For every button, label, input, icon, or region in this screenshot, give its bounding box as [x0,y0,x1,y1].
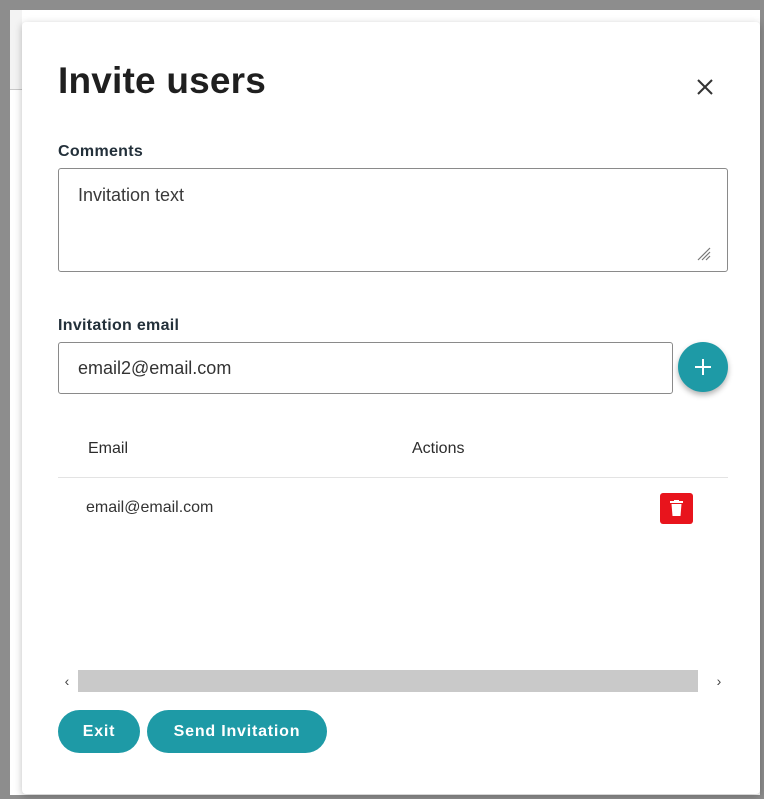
invitation-email-input[interactable] [58,342,673,394]
invitation-email-label: Invitation email [58,317,180,334]
backdrop-left [0,0,10,799]
invite-users-dialog: Invite users Comments Invitation text In… [22,22,760,794]
scroll-right-arrow[interactable]: › [710,670,728,692]
exit-button[interactable]: Exit [58,710,140,753]
trash-icon [670,500,683,516]
backdrop-page-strip [10,10,22,90]
close-icon [697,79,713,95]
dialog-title: Invite users [58,60,267,101]
close-button[interactable] [690,72,720,102]
backdrop-right [760,0,764,799]
delete-email-button[interactable] [660,493,693,524]
horizontal-scrollbar[interactable]: ‹ › [58,670,728,692]
column-header-actions: Actions [412,440,465,457]
add-email-button[interactable] [678,342,728,392]
comments-label: Comments [58,143,144,160]
backdrop-top [0,0,764,10]
scroll-left-arrow[interactable]: ‹ [58,670,76,692]
plus-icon [695,359,711,375]
table-header: Email Actions [58,424,728,478]
send-invitation-button[interactable]: Send Invitation [147,710,327,753]
comments-text: Invitation text [78,185,185,205]
resize-handle-icon[interactable] [695,245,711,261]
comments-textarea[interactable]: Invitation text [58,168,728,272]
row-email: email@email.com [86,499,214,516]
column-header-email: Email [88,440,129,457]
table-row: email@email.com [58,479,728,537]
backdrop-bottom [0,795,764,799]
scrollbar-thumb[interactable] [78,670,698,692]
